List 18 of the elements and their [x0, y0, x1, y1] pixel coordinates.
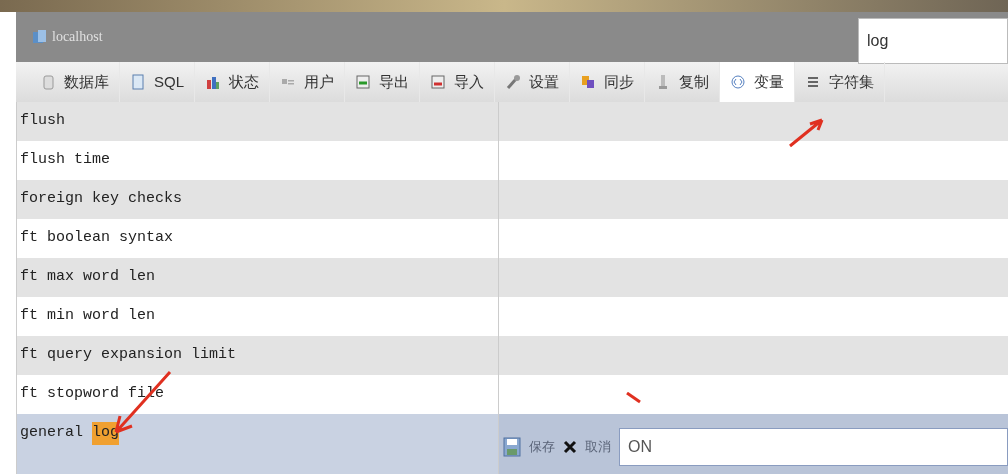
list-icon	[805, 74, 821, 90]
export-icon	[355, 74, 371, 90]
database-icon	[40, 74, 56, 90]
tab[interactable]: 变量	[720, 62, 795, 102]
save-icon[interactable]	[503, 437, 521, 457]
bar-chart-icon	[205, 74, 221, 90]
server-icon	[32, 29, 48, 45]
cancel-link[interactable]: 取消	[585, 437, 611, 457]
wrench-icon	[505, 74, 521, 90]
search-field[interactable]: log	[858, 18, 1008, 64]
sync-icon	[580, 74, 596, 90]
value-field[interactable]: ON	[619, 428, 1008, 466]
close-icon[interactable]	[563, 440, 577, 454]
header-title: localhost	[52, 28, 103, 46]
code-icon	[730, 74, 746, 90]
import-icon	[430, 74, 446, 90]
document-icon	[130, 74, 146, 90]
save-link[interactable]: 保存	[529, 437, 555, 457]
